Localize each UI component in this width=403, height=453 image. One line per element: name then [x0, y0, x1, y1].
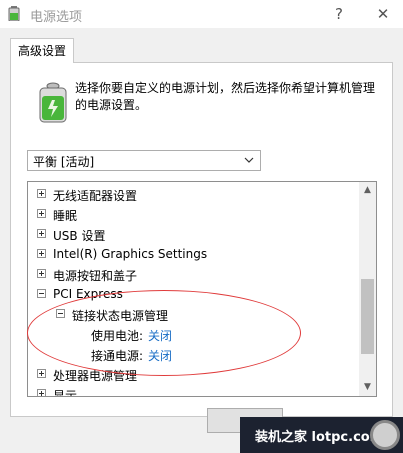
vertical-scrollbar[interactable]: ▲ ▼ — [359, 182, 376, 396]
collapse-minus-icon[interactable] — [56, 309, 65, 318]
tree-item-intel-graphics[interactable]: Intel(R) Graphics Settings — [28, 244, 358, 264]
settings-tree[interactable]: 无线适配器设置 睡眠 USB 设置 Intel(R) Graphics Sett… — [27, 181, 377, 397]
plan-description: 选择你要自定义的电源计划，然后选择你希望计算机管理的电源设置。 — [75, 81, 376, 112]
disc-logo-icon — [370, 420, 400, 450]
scroll-up-icon[interactable]: ▲ — [359, 182, 376, 199]
power-plan-value: 平衡 [活动] — [33, 155, 95, 169]
expand-plus-icon[interactable] — [37, 269, 46, 278]
expand-plus-icon[interactable] — [37, 229, 46, 238]
tree-item-power-buttons[interactable]: 电源按钮和盖子 — [28, 264, 358, 284]
expand-plus-icon[interactable] — [37, 369, 46, 378]
close-button[interactable]: ✕ — [370, 3, 396, 25]
tree-item-pci-express[interactable]: PCI Express — [28, 284, 358, 304]
power-plan-select[interactable]: 平衡 [活动] — [27, 150, 261, 171]
collapse-minus-icon[interactable] — [37, 289, 46, 298]
scroll-down-icon[interactable]: ▼ — [359, 379, 376, 396]
tree-item-sleep[interactable]: 睡眠 — [28, 204, 358, 224]
tree-item-link-state-power[interactable]: 链接状态电源管理 — [28, 304, 358, 324]
expand-plus-icon[interactable] — [37, 249, 46, 258]
window-title: 电源选项 — [30, 10, 83, 25]
tree-item-display[interactable]: 显示 — [28, 384, 358, 396]
title-bar: 电源选项 ? ✕ — [0, 0, 403, 28]
watermark-text: 装机之家 lotpc.com — [255, 430, 384, 445]
help-button[interactable]: ? — [326, 3, 352, 25]
scrollbar-thumb[interactable] — [361, 279, 374, 354]
tree-item-plugged-in: 接通电源: 关闭 — [91, 347, 173, 364]
tree-item-usb[interactable]: USB 设置 — [28, 224, 358, 244]
tree-item-on-battery: 使用电池: 关闭 — [91, 327, 173, 344]
power-options-icon — [8, 6, 20, 21]
tree-item-processor-power[interactable]: 处理器电源管理 — [28, 364, 358, 384]
chevron-down-icon — [244, 157, 254, 163]
expand-plus-icon[interactable] — [37, 389, 46, 396]
tree-item-wireless[interactable]: 无线适配器设置 — [28, 184, 358, 204]
expand-plus-icon[interactable] — [37, 209, 46, 218]
plugged-in-value-link[interactable]: 关闭 — [148, 347, 172, 364]
expand-plus-icon[interactable] — [37, 189, 46, 198]
tab-label: 高级设置 — [18, 44, 67, 58]
watermark-badge: 装机之家 lotpc.com — [240, 417, 403, 453]
battery-icon — [39, 82, 67, 123]
tab-advanced-settings[interactable]: 高级设置 — [10, 38, 74, 63]
on-battery-value-link[interactable]: 关闭 — [148, 327, 172, 344]
